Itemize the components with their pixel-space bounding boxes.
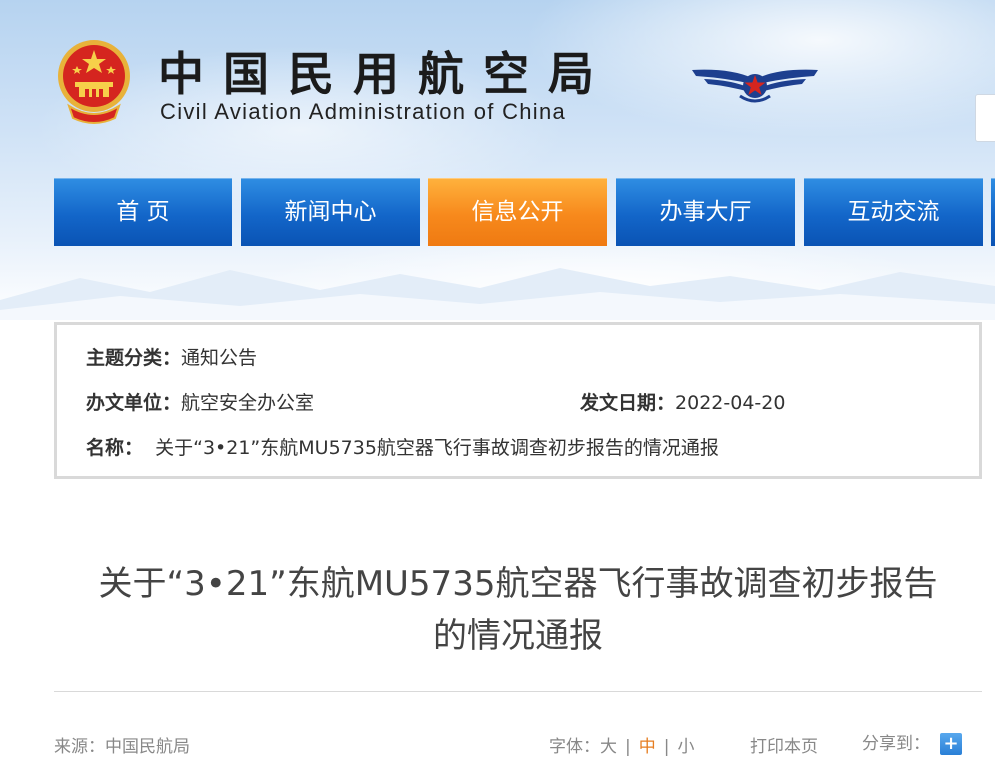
share-label: 分享到： [862,734,930,754]
site-title-cn: 中国民用航空局 [158,47,613,101]
nav-item-interaction[interactable]: 互动交流 [804,178,983,246]
info-name: 名称： 关于“3•21”东航MU5735航空器飞行事故调查初步报告的情况通报 [86,433,719,460]
info-date: 发文日期：2022-04-20 [580,388,785,415]
document-info-box: 主题分类：通知公告 办文单位：航空安全办公室 发文日期：2022-04-20 名… [54,322,982,479]
font-size-large-link[interactable]: 大 [600,737,617,757]
share-controls: 分享到： + [862,729,962,755]
share-plus-icon[interactable]: + [940,733,962,755]
nav-item-news-center[interactable]: 新闻中心 [241,178,420,246]
info-unit: 办文单位：航空安全办公室 [86,388,314,415]
font-size-label: 字体： [549,737,600,757]
article-source: 来源：中国民航局 [54,737,190,757]
nav-item-overflow[interactable] [991,178,995,246]
nav-item-home[interactable]: 首 页 [54,178,232,246]
main-nav: 首 页 新闻中心 信息公开 办事大厅 互动交流 [0,178,995,246]
font-size-controls: 字体：大 | 中 | 小 [549,732,694,757]
nav-item-info-disclosure[interactable]: 信息公开 [428,178,607,246]
article-title-line1: 关于“3•21”东航MU5735航空器飞行事故调查初步报告 [98,564,938,604]
article-title-line2: 的情况通报 [433,616,603,656]
font-size-medium-link[interactable]: 中 [639,737,656,757]
info-unit-label: 办文单位： [86,392,182,414]
info-date-label: 发文日期： [580,392,676,414]
site-title-en: Civil Aviation Administration of China [160,99,567,124]
caac-wings-logo-icon [692,69,818,103]
info-name-label: 名称： [86,437,144,459]
separator: | [625,737,631,757]
search-input[interactable] [975,94,995,142]
mountains-decoration [0,268,995,320]
info-unit-value: 航空安全办公室 [181,392,315,414]
info-name-value: 关于“3•21”东航MU5735航空器飞行事故调查初步报告的情况通报 [155,437,719,459]
article-title: 关于“3•21”东航MU5735航空器飞行事故调查初步报告 的情况通报 [54,558,982,662]
info-category: 主题分类：通知公告 [86,343,257,370]
divider [54,691,982,692]
national-emblem-icon [58,40,130,124]
font-size-small-link[interactable]: 小 [677,737,694,757]
separator: | [663,737,670,757]
info-category-label: 主题分类： [86,347,182,369]
info-date-value: 2022-04-20 [675,392,786,414]
print-page-link[interactable]: 打印本页 [750,732,818,757]
nav-item-service-hall[interactable]: 办事大厅 [616,178,795,246]
info-category-value: 通知公告 [181,347,258,369]
